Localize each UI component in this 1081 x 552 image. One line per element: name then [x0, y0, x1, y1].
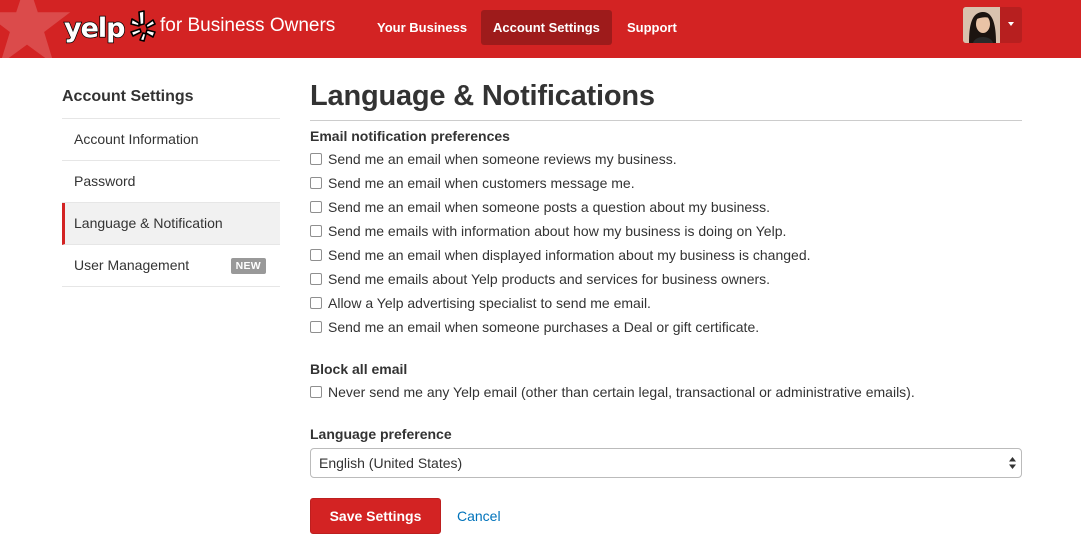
- checkbox[interactable]: [310, 177, 322, 189]
- sidebar-title: Account Settings: [62, 88, 194, 105]
- block-all-email-option[interactable]: Never send me any Yelp email (other than…: [310, 382, 915, 402]
- option-label: Send me emails about Yelp products and s…: [328, 271, 771, 287]
- nav-account-settings[interactable]: Account Settings: [481, 10, 612, 45]
- checkbox[interactable]: [310, 321, 322, 333]
- language-selected-value: English (United States): [319, 455, 463, 471]
- language-preference-heading: Language preference: [310, 426, 452, 442]
- checkbox[interactable]: [310, 225, 322, 237]
- option-label: Send me an email when someone posts a qu…: [328, 199, 771, 215]
- star-decoration-icon: [0, 0, 71, 58]
- top-header: yelp for Business Owners Your Business A…: [0, 0, 1081, 58]
- sidebar-item-language-notification[interactable]: Language & Notification: [62, 203, 280, 245]
- chevron-down-icon: [1008, 22, 1014, 26]
- email-option-messages[interactable]: Send me an email when customers message …: [310, 173, 635, 193]
- logo-text: yelp: [63, 12, 126, 45]
- option-label: Allow a Yelp advertising specialist to s…: [328, 295, 651, 311]
- option-label: Send me an email when customers message …: [328, 175, 635, 191]
- email-option-info-changed[interactable]: Send me an email when displayed informat…: [310, 245, 811, 265]
- new-badge: NEW: [230, 258, 266, 274]
- nav-support[interactable]: Support: [615, 10, 689, 45]
- sidebar-item-password[interactable]: Password: [62, 161, 280, 203]
- for-business-owners-label: for Business Owners: [160, 15, 336, 36]
- email-preferences-heading: Email notification preferences: [310, 128, 510, 144]
- sidebar-item-user-management[interactable]: User Management NEW: [62, 245, 280, 287]
- checkbox[interactable]: [310, 153, 322, 165]
- email-option-products[interactable]: Send me emails about Yelp products and s…: [310, 269, 770, 289]
- email-option-advertising[interactable]: Allow a Yelp advertising specialist to s…: [310, 293, 651, 313]
- page-title: Language & Notifications: [310, 80, 1022, 121]
- select-arrows-icon: [1009, 457, 1016, 469]
- checkbox[interactable]: [310, 201, 322, 213]
- option-label: Send me an email when someone reviews my…: [328, 151, 677, 167]
- sidebar-item-account-information[interactable]: Account Information: [62, 119, 280, 161]
- email-option-performance[interactable]: Send me emails with information about ho…: [310, 221, 786, 241]
- user-menu-button[interactable]: [963, 7, 1022, 43]
- option-label: Send me an email when displayed informat…: [328, 247, 811, 263]
- checkbox[interactable]: [310, 273, 322, 285]
- language-select[interactable]: English (United States): [310, 448, 1022, 478]
- option-label: Send me emails with information about ho…: [328, 223, 787, 239]
- checkbox[interactable]: [310, 386, 322, 398]
- checkbox[interactable]: [310, 297, 322, 309]
- email-option-reviews[interactable]: Send me an email when someone reviews my…: [310, 149, 677, 169]
- avatar: [963, 7, 1000, 43]
- yelp-burst-icon: [129, 10, 156, 42]
- save-settings-button[interactable]: Save Settings: [310, 498, 441, 534]
- yelp-logo[interactable]: yelp: [63, 6, 156, 50]
- email-option-questions[interactable]: Send me an email when someone posts a qu…: [310, 197, 770, 217]
- option-label: Never send me any Yelp email (other than…: [328, 384, 915, 400]
- email-option-deals[interactable]: Send me an email when someone purchases …: [310, 317, 759, 337]
- checkbox[interactable]: [310, 249, 322, 261]
- block-email-heading: Block all email: [310, 361, 408, 377]
- option-label: Send me an email when someone purchases …: [328, 319, 760, 335]
- sidebar-nav: Account Information Password Language & …: [62, 118, 280, 287]
- sidebar-item-label: User Management: [74, 257, 190, 273]
- cancel-link[interactable]: Cancel: [457, 508, 501, 524]
- nav-your-business[interactable]: Your Business: [365, 10, 479, 45]
